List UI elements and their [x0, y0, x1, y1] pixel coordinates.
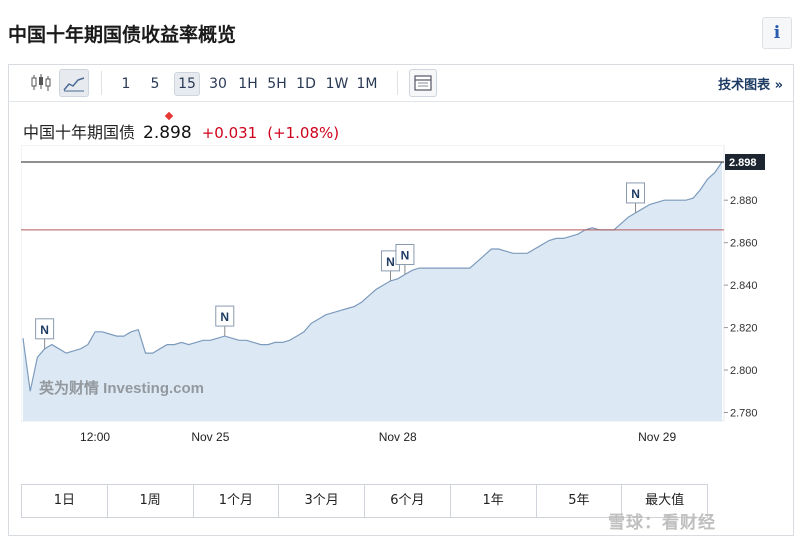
last-price: 2.898	[143, 123, 192, 143]
instrument-name: 中国十年期国债	[23, 123, 136, 142]
y-tick-label: 2.860	[730, 238, 758, 250]
range-tab-5[interactable]: 1年	[451, 485, 537, 517]
interval-1m[interactable]: 1M	[354, 74, 380, 94]
advanced-chart-link[interactable]: 技术图表 »	[718, 74, 783, 93]
chart-toolbar: 1 5 15 30 1H 5H 1D 1W 1M 技术图表 »	[9, 65, 793, 102]
interval-1w[interactable]: 1W	[324, 74, 350, 94]
range-tab-3[interactable]: 3个月	[279, 485, 365, 517]
last-value-label: 2.898	[729, 157, 757, 169]
interval-1d[interactable]: 1D	[295, 74, 317, 94]
x-tick-label: Nov 29	[638, 430, 676, 444]
y-tick-label: 2.840	[730, 280, 758, 292]
news-marker-label: N	[220, 310, 229, 324]
yield-chart[interactable]: 2.780 2.800 2.820 2.840 2.860 2.880 2.898 12:00…	[21, 145, 789, 445]
interval-15[interactable]: 15	[174, 72, 200, 96]
range-tab-0[interactable]: 1日	[22, 485, 108, 517]
range-tab-2[interactable]: 1个月	[194, 485, 280, 517]
news-marker-label: N	[401, 249, 410, 263]
y-tick-label: 2.880	[730, 195, 758, 207]
toolbar-divider	[397, 71, 398, 95]
toolbar-divider	[101, 71, 102, 95]
x-tick-label: Nov 28	[379, 430, 417, 444]
range-tabs: 1日 1周 1个月 3个月 6个月 1年 5年 最大值	[21, 484, 708, 518]
chart-panel: 1 5 15 30 1H 5H 1D 1W 1M 技术图表 » 中国十年期国债 2.898 +0.0…	[8, 64, 794, 536]
x-tick-label: Nov 25	[191, 430, 229, 444]
investing-logo: 英为财情 Investing.com	[39, 379, 204, 397]
info-button[interactable]: i	[762, 17, 792, 49]
range-tab-1[interactable]: 1周	[108, 485, 194, 517]
range-tab-4[interactable]: 6个月	[365, 485, 451, 517]
y-tick-label: 2.820	[730, 323, 758, 335]
interval-5[interactable]: 5	[146, 74, 164, 94]
candlestick-icon[interactable]	[29, 69, 53, 95]
y-tick-label: 2.780	[730, 408, 758, 420]
area-chart-icon[interactable]	[59, 69, 89, 97]
price-change-percent: (+1.08%)	[267, 124, 340, 142]
quote-line: 中国十年期国债 2.898 +0.031 (+1.08%)	[23, 119, 339, 143]
footer-watermark: 雪球：看财经	[608, 513, 716, 533]
news-marker-label: N	[386, 255, 395, 269]
price-change: +0.031	[201, 124, 258, 142]
news-marker-label: N	[631, 187, 640, 201]
interval-1h[interactable]: 1H	[236, 74, 260, 94]
x-tick-label: 12:00	[80, 430, 110, 444]
y-tick-label: 2.800	[730, 365, 758, 377]
interval-30[interactable]: 30	[205, 74, 231, 94]
page-title: 中国十年期国债收益率概览	[8, 24, 237, 46]
interval-5h[interactable]: 5H	[265, 74, 289, 94]
table-icon[interactable]	[409, 69, 437, 97]
interval-1[interactable]: 1	[117, 74, 135, 94]
news-marker-label: N	[40, 323, 49, 337]
